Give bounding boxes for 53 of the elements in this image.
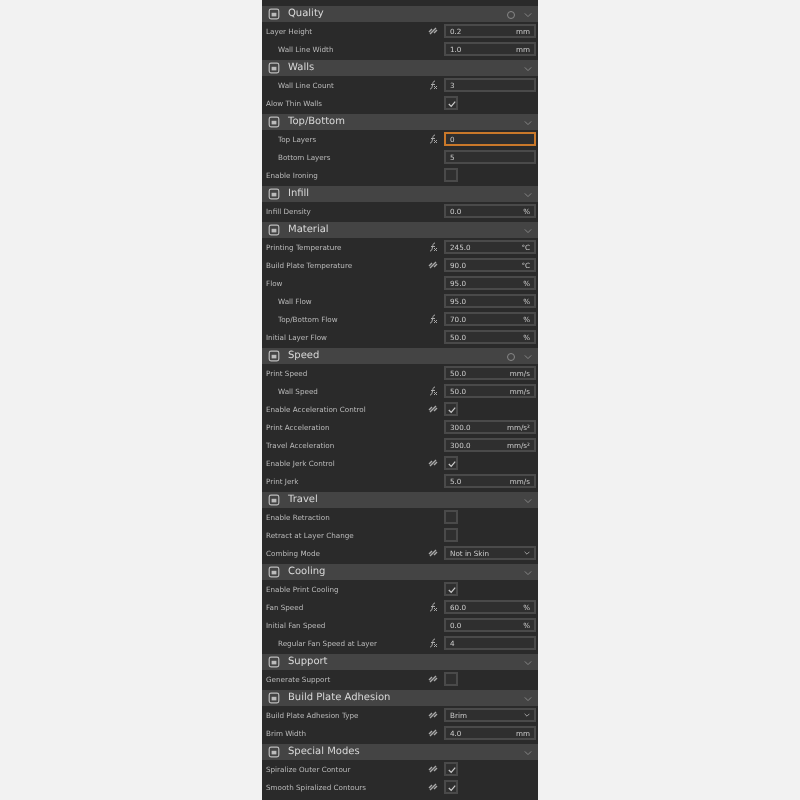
chevron-icon[interactable] — [524, 695, 532, 701]
chevron-icon[interactable] — [524, 569, 532, 575]
function-icon — [428, 314, 438, 324]
checkbox[interactable] — [444, 780, 458, 794]
link-icon — [428, 260, 438, 270]
category-icon — [268, 350, 280, 362]
category-icon — [268, 8, 280, 20]
link-icon — [428, 548, 438, 558]
function-icon — [428, 80, 438, 90]
function-icon — [428, 386, 438, 396]
checkbox[interactable] — [444, 168, 458, 182]
function-icon — [428, 134, 438, 144]
function-icon — [428, 602, 438, 612]
category-icon — [268, 62, 280, 74]
link-icon — [428, 764, 438, 774]
chevron-icon[interactable] — [524, 497, 532, 503]
checkbox[interactable] — [444, 762, 458, 776]
chevron-icon[interactable] — [524, 749, 532, 755]
link-icon — [428, 782, 438, 792]
checkbox[interactable] — [444, 456, 458, 470]
checkbox[interactable] — [444, 582, 458, 596]
category-icon — [268, 566, 280, 578]
chevron-icon[interactable] — [524, 659, 532, 665]
checkbox[interactable] — [444, 528, 458, 542]
caret-icon — [524, 550, 530, 556]
link-icon — [428, 458, 438, 468]
chevron-icon[interactable] — [524, 191, 532, 197]
chevron-icon[interactable] — [524, 65, 532, 71]
checkbox[interactable] — [444, 672, 458, 686]
caret-icon — [524, 712, 530, 718]
category-icon — [268, 188, 280, 200]
checkbox[interactable] — [444, 402, 458, 416]
chevron-icon[interactable] — [524, 353, 532, 359]
link-icon — [428, 26, 438, 36]
category-icon — [268, 224, 280, 236]
link-icon — [428, 674, 438, 684]
category-icon — [268, 656, 280, 668]
chevron-icon[interactable] — [524, 227, 532, 233]
checkbox[interactable] — [444, 510, 458, 524]
reset-icon[interactable] — [506, 9, 516, 19]
link-icon — [428, 728, 438, 738]
function-icon — [428, 638, 438, 648]
category-icon — [268, 494, 280, 506]
link-icon — [428, 710, 438, 720]
category-icon — [268, 116, 280, 128]
function-icon — [428, 242, 438, 252]
reset-icon[interactable] — [506, 351, 516, 361]
category-icon — [268, 746, 280, 758]
link-icon — [428, 404, 438, 414]
chevron-icon[interactable] — [524, 11, 532, 17]
category-icon — [268, 692, 280, 704]
chevron-icon[interactable] — [524, 119, 532, 125]
checkbox[interactable] — [444, 96, 458, 110]
